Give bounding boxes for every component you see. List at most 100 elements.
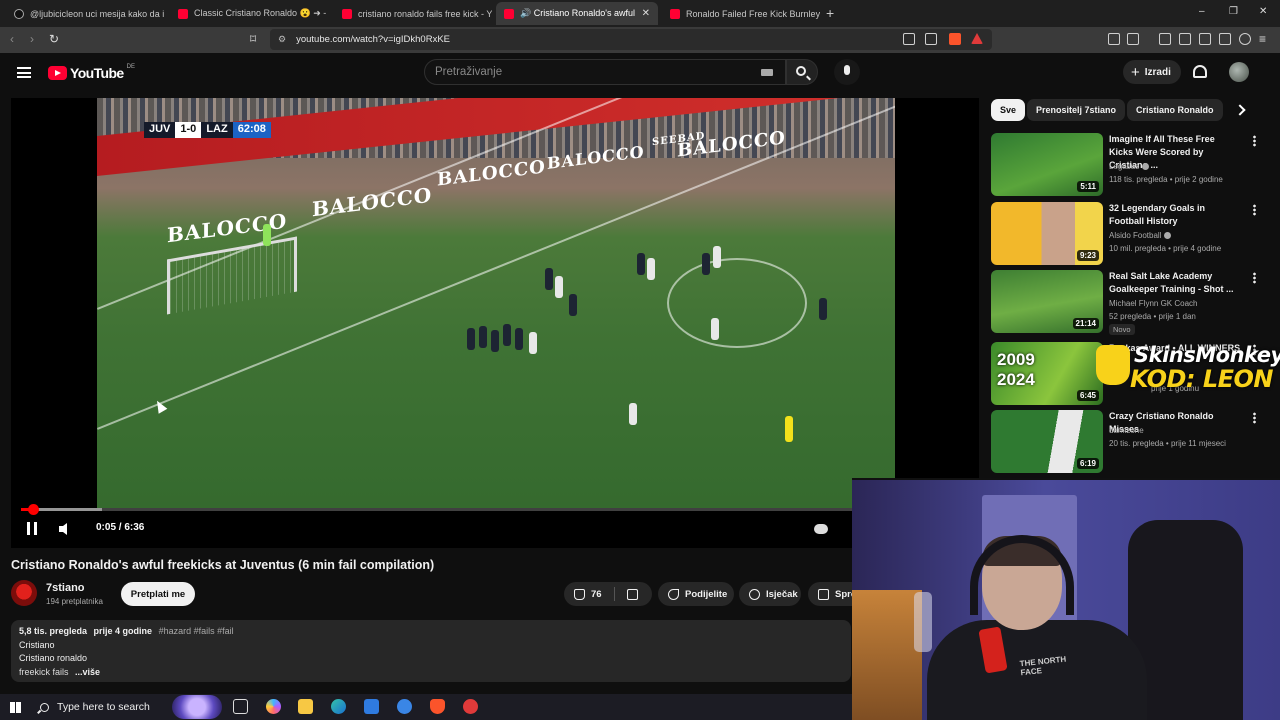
browser-tab[interactable]: Ronaldo Failed Free Kick Burnley - Yo — [662, 2, 820, 25]
video-thumbnail[interactable]: 2009 2024 6:45 — [991, 342, 1103, 405]
url-text: youtube.com/watch?v=igIDkh0RxKE — [296, 34, 451, 45]
video-player[interactable]: BALOCCO BALOCCO BALOCCO BALOCCO BALOCCO … — [11, 98, 979, 548]
browser-toolbar: ‹ › ↻ ⌑ ⚙ youtube.com/watch?v=igIDkh0RxK… — [0, 27, 1280, 53]
recommendation-item[interactable]: 6:19 Crazy Cristiano Ronaldo Misses dami… — [991, 410, 1266, 474]
recommendation-stats: 52 pregleda • prije 1 dan — [1109, 312, 1196, 321]
wallet-icon[interactable] — [1127, 33, 1139, 45]
more-options-icon[interactable] — [1253, 412, 1256, 424]
chip-all[interactable]: Sve — [991, 99, 1026, 121]
channel-avatar[interactable] — [11, 580, 37, 606]
chip-uploader[interactable]: Prenositelj 7stiano — [1027, 99, 1126, 121]
back-icon[interactable]: ‹ — [10, 32, 14, 46]
subscribe-button[interactable]: Pretplati me — [121, 582, 195, 606]
youtube-logo[interactable]: YouTube DE — [48, 64, 135, 81]
cast-icon[interactable] — [903, 33, 915, 45]
brave-icon[interactable] — [430, 699, 445, 714]
show-more-link[interactable]: ...više — [75, 667, 100, 677]
search-highlight-widget[interactable] — [172, 695, 222, 719]
browser-tab[interactable]: Classic Cristiano Ronaldo 😮 ➜ - Yo — [170, 2, 328, 25]
minimize-icon[interactable]: – — [1199, 6, 1205, 17]
save-button[interactable]: Spre — [808, 582, 852, 606]
lazio-player-figure — [545, 268, 553, 290]
video-thumbnail[interactable]: 6:19 — [991, 410, 1103, 473]
rewards-icon[interactable] — [971, 33, 983, 44]
hamburger-icon[interactable] — [17, 67, 31, 78]
windows-start-icon[interactable] — [10, 702, 21, 713]
recommendation-item[interactable]: 5:11 Imagine If All These Free Kicks Wer… — [991, 133, 1266, 197]
file-explorer-icon[interactable] — [298, 699, 313, 714]
browser-tab[interactable]: @ljubicicleon uci mesija kako da igra — [6, 2, 164, 25]
recommendation-channel[interactable]: Legasus — [1109, 162, 1150, 171]
like-icon[interactable] — [574, 588, 585, 600]
video-frame[interactable]: BALOCCO BALOCCO BALOCCO BALOCCO BALOCCO … — [97, 98, 895, 508]
juventus-player-figure — [647, 258, 655, 280]
video-thumbnail[interactable]: 5:11 — [991, 133, 1103, 196]
vpn-icon[interactable] — [1239, 33, 1251, 45]
hashtags[interactable]: #hazard #fails #fail — [159, 626, 234, 636]
voice-search-button[interactable] — [834, 59, 860, 85]
pause-icon[interactable] — [27, 522, 37, 535]
video-thumbnail[interactable]: 9:23 — [991, 202, 1103, 265]
chip-cristiano-ronaldo[interactable]: Cristiano Ronaldo — [1127, 99, 1223, 121]
create-button[interactable]: + Izradi — [1123, 60, 1181, 84]
close-window-icon[interactable]: ✕ — [1259, 6, 1267, 17]
progress-bar[interactable] — [21, 504, 969, 515]
more-options-icon[interactable] — [1253, 135, 1256, 147]
brave-shield-icon[interactable] — [949, 33, 961, 45]
extensions-icon[interactable] — [1108, 33, 1120, 45]
search-button[interactable] — [786, 59, 818, 85]
share-icon[interactable] — [925, 33, 937, 45]
music-icon[interactable] — [1159, 33, 1171, 45]
bookmark-icon[interactable]: ⌑ — [250, 32, 256, 46]
copilot-icon[interactable] — [266, 699, 281, 714]
chevron-right-icon[interactable] — [1234, 104, 1246, 116]
address-bar[interactable]: ⚙ youtube.com/watch?v=igIDkh0RxKE — [270, 29, 992, 50]
recommendation-item[interactable]: 9:23 32 Legendary Goals in Football Hist… — [991, 202, 1266, 266]
more-options-icon[interactable] — [1253, 272, 1256, 284]
webcam-feed: THE NORTH FACE — [852, 478, 1280, 720]
reload-icon[interactable]: ↻ — [49, 32, 59, 46]
scrubber-handle[interactable] — [27, 504, 39, 515]
clip-button[interactable]: Isječak — [739, 582, 801, 606]
autoplay-toggle[interactable] — [814, 524, 828, 534]
recommendation-channel[interactable]: Alsido Football — [1109, 231, 1172, 240]
forward-icon[interactable]: › — [30, 32, 34, 46]
clip-label: Isječak — [766, 588, 798, 600]
site-settings-icon[interactable]: ⚙ — [278, 34, 286, 45]
restore-icon[interactable]: ❐ — [1229, 6, 1238, 17]
dislike-icon[interactable] — [626, 588, 638, 600]
browser-tab[interactable]: cristiano ronaldo fails free kick - You — [334, 2, 492, 25]
description-box[interactable]: 5,8 tis. pregleda prije 4 godine #hazard… — [11, 620, 851, 682]
obs-icon[interactable] — [463, 699, 478, 714]
recommendation-title[interactable]: Real Salt Lake Academy Goalkeeper Traini… — [1109, 270, 1241, 296]
browser-tab-active[interactable]: 🔊 Cristiano Ronaldo's awful free ✕ — [496, 2, 658, 25]
recommendation-title[interactable]: 32 Legendary Goals in Football History — [1109, 202, 1241, 228]
recommendation-channel[interactable]: Michael Flynn GK Coach — [1109, 299, 1197, 308]
keyboard-icon[interactable] — [761, 69, 773, 76]
sidebar-icon[interactable] — [1179, 33, 1191, 45]
edge-icon[interactable] — [331, 699, 346, 714]
lazio-player-figure — [702, 253, 710, 275]
browser-tab-strip: @ljubicicleon uci mesija kako da igra Cl… — [0, 0, 1280, 27]
task-view-icon[interactable] — [233, 699, 248, 714]
share-button[interactable]: Podijelite — [658, 582, 734, 606]
more-options-icon[interactable] — [1253, 204, 1256, 216]
new-tab-button[interactable]: + — [826, 5, 834, 21]
notifications-bell-icon[interactable] — [1193, 65, 1207, 78]
account-avatar[interactable] — [1229, 62, 1249, 82]
wallet-card-icon[interactable] — [1199, 33, 1211, 45]
goalkeeper-figure — [263, 224, 271, 246]
recommendation-item[interactable]: 21:14 Real Salt Lake Academy Goalkeeper … — [991, 270, 1266, 335]
search-input[interactable]: Pretraživanje — [424, 59, 786, 85]
channel-name[interactable]: 7stiano — [46, 582, 85, 594]
like-count[interactable]: 76 — [591, 589, 602, 600]
menu-icon[interactable]: ≡ — [1259, 32, 1266, 46]
recommendation-channel[interactable]: damizone — [1109, 426, 1144, 435]
app-icon[interactable] — [397, 699, 412, 714]
search-icon — [796, 66, 806, 76]
volume-icon[interactable] — [59, 523, 67, 535]
video-thumbnail[interactable]: 21:14 — [991, 270, 1103, 333]
close-tab-icon[interactable]: ✕ — [642, 8, 650, 19]
store-icon[interactable] — [364, 699, 379, 714]
leo-icon[interactable] — [1219, 33, 1231, 45]
